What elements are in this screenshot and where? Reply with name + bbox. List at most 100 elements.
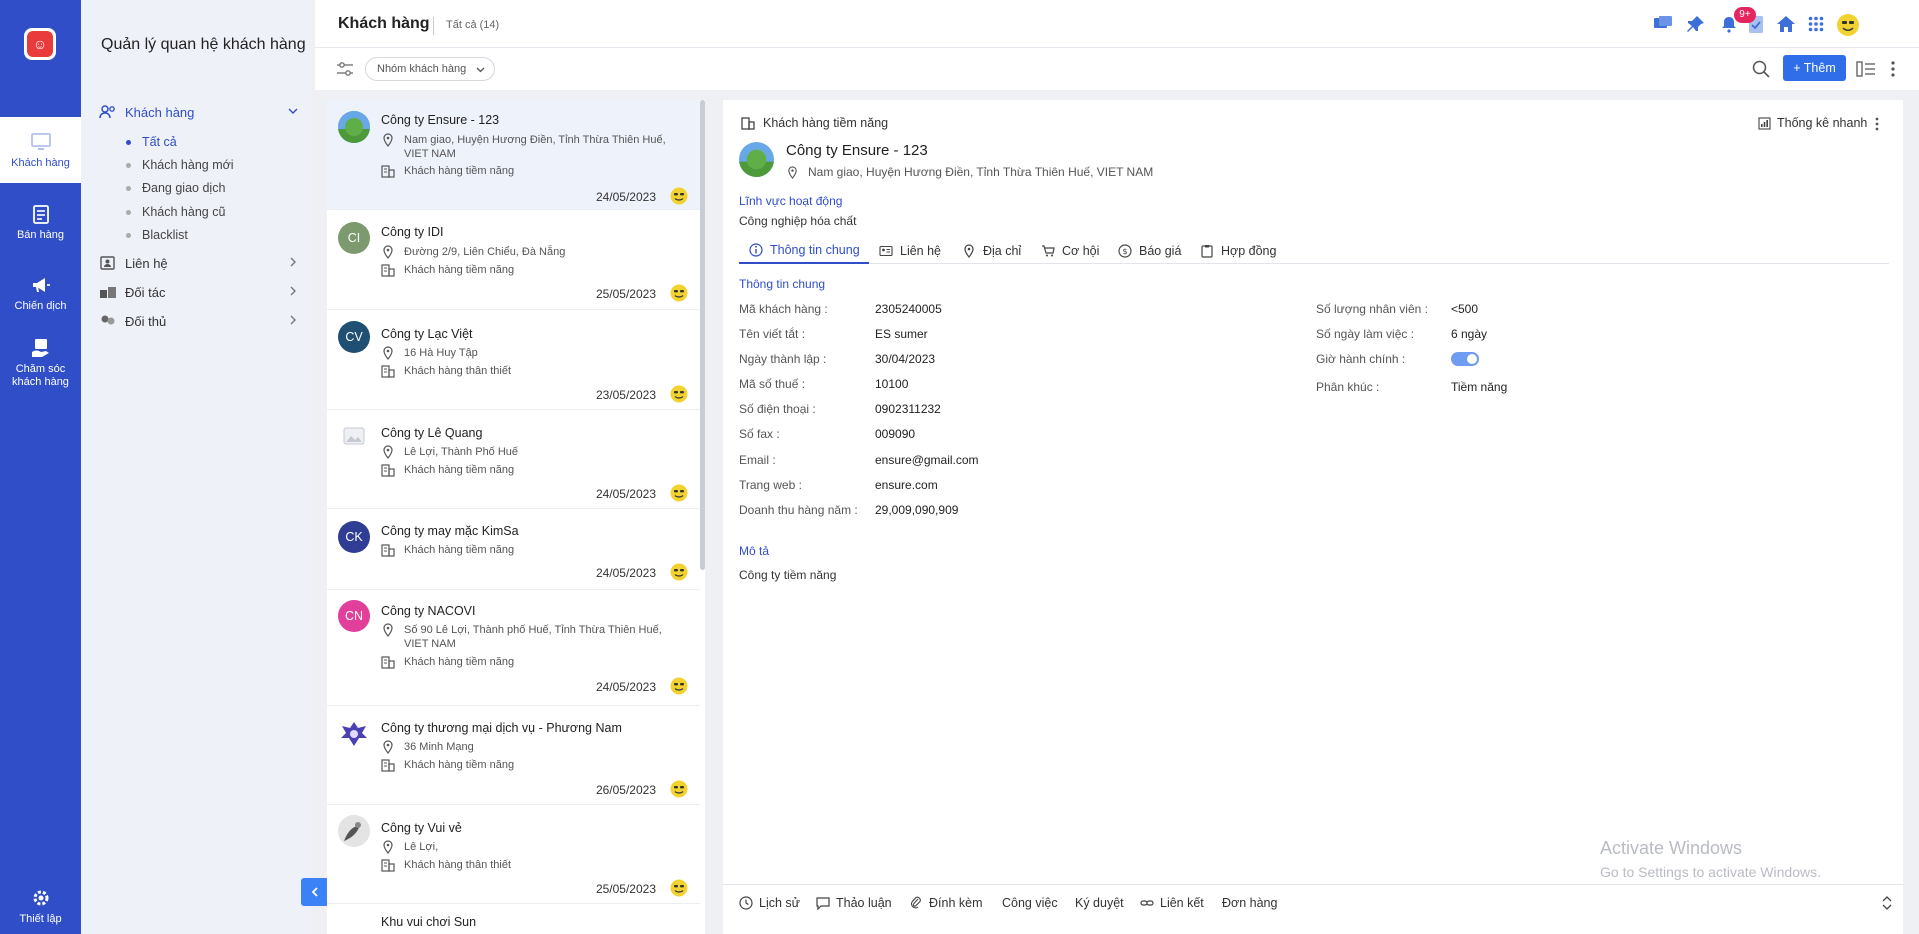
customer-name: Công ty IDI [381, 225, 444, 239]
list-view-icon[interactable] [1855, 60, 1877, 78]
menu-sub-label: Khách hàng cũ [142, 205, 226, 219]
customer-address: 36 Minh Mạng [381, 740, 681, 754]
link-button[interactable]: Liên kết [1140, 896, 1204, 910]
customer-address-text: 16 Hà Huy Tập [404, 347, 478, 359]
customer-list-item[interactable]: Khu vui chơi Sun [327, 905, 700, 934]
notification-badge: 9+ [1734, 7, 1756, 23]
tab-address[interactable]: Địa chỉ [962, 238, 1021, 264]
pin-icon [1687, 16, 1704, 32]
menu-group-competitors[interactable]: Đối thủ [99, 311, 299, 331]
building-icon [381, 264, 395, 277]
menu-group-label: Đối tác [125, 284, 166, 300]
avatar: CK [338, 521, 370, 553]
quick-stats-button[interactable]: Thống kê nhanh [1758, 116, 1867, 130]
menu-group-contacts[interactable]: Liên hệ [99, 253, 299, 273]
home-button[interactable] [1775, 13, 1797, 35]
rail-item-sales[interactable]: Bán hàng [0, 204, 81, 242]
customer-list[interactable]: Công ty Ensure - 123 Nam giao, Huyện Hươ… [327, 100, 705, 934]
tab-general-info[interactable]: Thông tin chung [739, 238, 869, 264]
customer-list-item[interactable]: Công ty Lê Quang Lê Lợi, Thành Phố Huế K… [327, 411, 700, 509]
menu-group-label: Khách hàng [125, 104, 195, 120]
description-label: Mô tả [739, 544, 770, 558]
customer-name: Công ty may mặc KimSa [381, 524, 519, 538]
pin-button[interactable] [1685, 13, 1707, 35]
menu-sub-new[interactable]: Khách hàng mới [126, 158, 234, 172]
location-pin-icon [383, 445, 393, 459]
menu-sub-old[interactable]: Khách hàng cũ [126, 205, 225, 219]
expand-collapse-icon[interactable] [1881, 895, 1893, 911]
customer-list-item[interactable]: CI Công ty IDI Đường 2/9, Liên Chiểu, Đà… [327, 214, 700, 310]
info-circle-icon [749, 243, 763, 257]
collapse-menu-button[interactable] [301, 878, 329, 906]
avatar: CI [338, 222, 370, 254]
detail-customer-type: Khách hàng tiềm năng [741, 116, 888, 130]
working-hours-toggle[interactable] [1451, 352, 1479, 366]
menu-group-partners[interactable]: Đối tác [99, 282, 299, 302]
menu-group-label: Liên hệ [125, 255, 168, 271]
apps-button[interactable] [1805, 13, 1827, 35]
customer-list-item[interactable]: CV Công ty Lạc Việt 16 Hà Huy Tập Khách … [327, 312, 700, 410]
customer-list-item[interactable]: Công ty Vui vẻ Lê Lợi, Khách hàng thân t… [327, 806, 700, 904]
menu-sub-blacklist[interactable]: Blacklist [126, 228, 188, 242]
customer-date: 24/05/2023 [595, 190, 656, 204]
history-button[interactable]: Lịch sử [739, 896, 800, 910]
user-avatar[interactable] [1835, 12, 1861, 38]
avatar [338, 718, 370, 750]
filter-settings-icon[interactable] [335, 60, 355, 78]
chevron-down-icon [476, 67, 485, 73]
field-value: ensure.com [875, 478, 938, 492]
grid-icon [1808, 16, 1824, 32]
bottom-bar-label: Lịch sử [759, 896, 801, 910]
search-icon[interactable] [1751, 59, 1771, 79]
quick-stats-label: Thống kê nhanh [1777, 116, 1868, 130]
care-icon [31, 339, 49, 357]
customer-list-item[interactable]: Công ty thương mại dịch vụ - Phương Nam … [327, 707, 700, 805]
tab-quotes[interactable]: $ Báo giá [1118, 238, 1181, 264]
app-logo[interactable]: ☺ [24, 28, 56, 60]
contact-card-icon [879, 245, 893, 257]
customer-list-item[interactable]: CN Công ty NACOVI Số 90 Lê Lợi, Thành ph… [327, 591, 700, 706]
location-pin-icon [383, 346, 393, 360]
add-customer-button[interactable]: + Thêm [1783, 55, 1846, 81]
discussion-button[interactable]: Thảo luận [816, 896, 892, 910]
customer-group-dropdown[interactable]: Nhóm khách hàng [365, 57, 496, 81]
tab-label: Báo giá [1139, 244, 1182, 258]
rail-item-campaign[interactable]: Chiến dịch [0, 275, 81, 313]
menu-sub-label: Tất cả [142, 135, 177, 149]
tasks-tab-button[interactable]: Công việc [1002, 896, 1058, 910]
building-icon [381, 544, 395, 557]
tab-contacts[interactable]: Liên hệ [879, 238, 941, 264]
menu-sub-trading[interactable]: Đang giao dịch [126, 181, 225, 195]
tab-contracts[interactable]: Hợp đồng [1200, 238, 1276, 264]
menu-sub-all[interactable]: Tất cả [126, 135, 177, 149]
approval-button[interactable]: Ký duyệt [1075, 896, 1124, 910]
orders-button[interactable]: Đơn hàng [1222, 896, 1277, 910]
comment-icon [816, 897, 830, 910]
customer-type-text: Khách hàng tiềm năng [404, 165, 515, 177]
tab-opportunities[interactable]: Cơ hội [1041, 238, 1099, 264]
chat-button[interactable] [1652, 13, 1674, 35]
menu-group-customers[interactable]: Khách hàng [99, 102, 299, 122]
rail-item-customers[interactable]: Khách hàng [0, 117, 81, 183]
more-vertical-icon[interactable] [1888, 59, 1898, 79]
smiley-avatar-icon [670, 385, 688, 403]
smiley-avatar-icon [670, 677, 688, 695]
bottom-bar-label: Đơn hàng [1222, 896, 1278, 910]
building-icon [381, 165, 395, 178]
customer-address: Lê Lợi, [381, 840, 681, 854]
customer-detail: Khách hàng tiềm năng Thống kê nhanh Công… [723, 100, 1903, 934]
detail-customer-type-text: Khách hàng tiềm năng [763, 116, 889, 130]
rail-item-settings[interactable]: Thiết lập [0, 888, 81, 926]
attachment-button[interactable]: Đính kèm [909, 896, 983, 910]
customer-list-item[interactable]: Công ty Ensure - 123 Nam giao, Huyện Hươ… [327, 100, 700, 210]
list-scrollbar[interactable] [700, 100, 705, 570]
customer-address: Đường 2/9, Liên Chiểu, Đà Nẵng [381, 245, 681, 259]
field-label: Doanh thu hàng năm : [739, 503, 858, 517]
customer-address: Nam giao, Huyện Hương Điền, Tỉnh Thừa Th… [381, 133, 681, 161]
rail-item-care[interactable]: Chăm sóc khách hàng [0, 338, 81, 389]
contacts-icon [100, 256, 115, 270]
field-value: 29,009,090,909 [875, 503, 959, 517]
dollar-circle-icon: $ [1118, 244, 1132, 258]
more-vertical-icon[interactable] [1873, 116, 1881, 132]
customer-list-item[interactable]: CK Công ty may mặc KimSa Khách hàng tiềm… [327, 510, 700, 590]
